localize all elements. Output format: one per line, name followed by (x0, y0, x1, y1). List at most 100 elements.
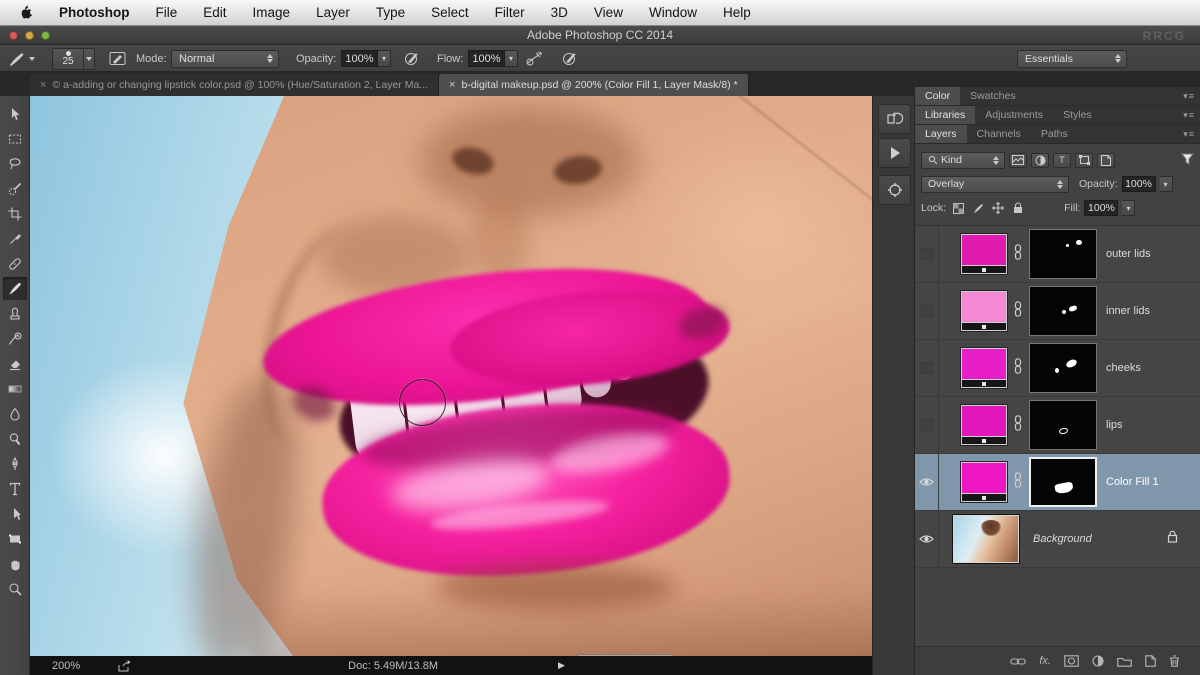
add-layer-mask-icon[interactable] (1064, 655, 1079, 667)
layer-name[interactable]: outer lids (1106, 248, 1151, 260)
filter-smart-objects-icon[interactable] (1097, 152, 1115, 168)
layer-row-color-fill-1[interactable]: Color Fill 1 (915, 453, 1200, 511)
filter-shape-layers-icon[interactable] (1075, 152, 1093, 168)
flow-field[interactable]: 100% ▾ (468, 45, 518, 72)
tab-swatches[interactable]: Swatches (960, 87, 1026, 105)
menu-item-image[interactable]: Image (253, 5, 291, 20)
mode-select[interactable]: Normal (171, 45, 279, 72)
brush-size-dropdown[interactable] (84, 47, 95, 70)
zoom-level-field[interactable]: 200% (52, 660, 80, 672)
filter-type-layers-icon[interactable]: T (1053, 152, 1071, 168)
tab-adjustments[interactable]: Adjustments (975, 106, 1053, 124)
apple-logo-icon[interactable] (18, 5, 33, 21)
layer-mask-thumbnail[interactable] (1029, 400, 1097, 450)
type-tool[interactable] (3, 477, 27, 500)
layer-mask-thumbnail[interactable] (1029, 229, 1097, 279)
tab-color[interactable]: Color (915, 87, 961, 105)
panel-menu-icon[interactable]: ▾≡ (1183, 91, 1195, 102)
marquee-tool[interactable] (3, 127, 27, 150)
visibility-toggle[interactable] (915, 225, 939, 283)
brush-preset-dropdown-arrow[interactable] (29, 45, 35, 72)
shape-tool[interactable] (3, 527, 27, 550)
menu-item-select[interactable]: Select (431, 5, 469, 20)
hidden-eye-checkbox[interactable] (920, 248, 933, 260)
flow-value[interactable]: 100% (468, 50, 505, 67)
menu-item-photoshop[interactable]: Photoshop (59, 5, 130, 20)
menu-item-edit[interactable]: Edit (203, 5, 226, 20)
new-group-icon[interactable] (1117, 656, 1132, 667)
tab-layers[interactable]: Layers (915, 125, 967, 143)
tab-libraries[interactable]: Libraries (915, 106, 976, 124)
opacity-value[interactable]: 100% (341, 50, 378, 67)
history-brush-tool[interactable] (3, 327, 27, 350)
lock-pixels-icon[interactable] (970, 201, 986, 216)
opacity-dropdown-icon[interactable]: ▾ (378, 50, 391, 67)
tab-styles[interactable]: Styles (1053, 106, 1102, 124)
menu-item-view[interactable]: View (594, 5, 623, 20)
new-adjustment-layer-icon[interactable] (1092, 655, 1104, 667)
history-panel-icon[interactable] (878, 104, 911, 134)
mask-link-icon[interactable] (1013, 357, 1023, 379)
layer-name[interactable]: inner lids (1106, 305, 1150, 317)
minimize-window-button[interactable] (25, 31, 34, 40)
close-window-button[interactable] (9, 31, 18, 40)
actions-panel-icon[interactable] (878, 138, 911, 168)
mask-link-icon[interactable] (1013, 414, 1023, 436)
eraser-tool[interactable] (3, 352, 27, 375)
hidden-eye-checkbox[interactable] (920, 362, 933, 374)
layer-name[interactable]: Color Fill 1 (1106, 476, 1159, 488)
pen-tool[interactable] (3, 452, 27, 475)
document-size-info[interactable]: Doc: 5.49M/13.8M (348, 660, 438, 672)
layer-row-cheeks[interactable]: cheeks (915, 339, 1200, 397)
layer-name[interactable]: Background (1033, 533, 1092, 545)
brush-tool-icon[interactable] (8, 45, 26, 72)
layer-row-lips[interactable]: lips (915, 396, 1200, 454)
close-tab-icon[interactable]: × (40, 79, 46, 91)
gradient-tool[interactable] (3, 377, 27, 400)
airbrush-icon[interactable] (525, 45, 543, 72)
mask-link-icon[interactable] (1013, 300, 1023, 322)
filter-adjustment-layers-icon[interactable] (1031, 152, 1049, 168)
layer-opacity-value[interactable]: 100% (1121, 176, 1156, 192)
layer-fill-dropdown-icon[interactable]: ▾ (1122, 200, 1136, 216)
layer-row-outer-lids[interactable]: outer lids (915, 225, 1200, 283)
lock-transparency-icon[interactable] (950, 201, 966, 216)
path-selection-tool[interactable] (3, 502, 27, 525)
tab-digital-makeup-psd[interactable]: × b-digital makeup.psd @ 200% (Color Fil… (439, 74, 749, 96)
dodge-tool[interactable] (3, 427, 27, 450)
panel-menu-icon[interactable]: ▾≡ (1183, 110, 1195, 121)
fill-color-thumbnail[interactable] (960, 233, 1008, 275)
zoom-tool[interactable] (3, 577, 27, 600)
fill-color-thumbnail[interactable] (960, 347, 1008, 389)
brush-size-preset[interactable]: 25 (52, 45, 95, 72)
filter-pixel-layers-icon[interactable] (1009, 152, 1027, 168)
lock-all-icon[interactable] (1010, 201, 1026, 216)
blend-mode-select[interactable]: Overlay (921, 175, 1069, 193)
menu-item-layer[interactable]: Layer (316, 5, 350, 20)
layer-mask-thumbnail[interactable] (1029, 457, 1097, 507)
clone-source-panel-icon[interactable] (878, 175, 911, 205)
layer-mask-thumbnail[interactable] (1029, 286, 1097, 336)
tab-channels[interactable]: Channels (967, 125, 1031, 143)
lasso-tool[interactable] (3, 152, 27, 175)
menu-item-filter[interactable]: Filter (495, 5, 525, 20)
visibility-toggle[interactable] (915, 453, 939, 511)
flow-dropdown-icon[interactable]: ▾ (505, 50, 518, 67)
toggle-brush-panel-icon[interactable] (109, 45, 126, 72)
background-layer-thumbnail[interactable] (952, 514, 1020, 564)
panel-menu-icon[interactable]: ▾≡ (1183, 129, 1195, 140)
lock-position-icon[interactable] (990, 201, 1006, 216)
visibility-toggle[interactable] (915, 396, 939, 454)
move-tool[interactable] (3, 102, 27, 125)
delete-layer-icon[interactable] (1169, 655, 1180, 667)
layer-filter-select[interactable]: Kind (921, 151, 1005, 169)
menu-item-file[interactable]: File (156, 5, 178, 20)
visibility-toggle[interactable] (915, 339, 939, 397)
spot-healing-brush-tool[interactable] (3, 252, 27, 275)
workspace-select[interactable]: Essentials (1017, 45, 1127, 72)
menu-item-type[interactable]: Type (376, 5, 405, 20)
tab-lipstick-color-psd[interactable]: × © a-adding or changing lipstick color.… (30, 74, 440, 96)
menu-item-help[interactable]: Help (723, 5, 751, 20)
mask-link-icon[interactable] (1013, 471, 1023, 493)
fill-color-thumbnail[interactable] (960, 461, 1008, 503)
